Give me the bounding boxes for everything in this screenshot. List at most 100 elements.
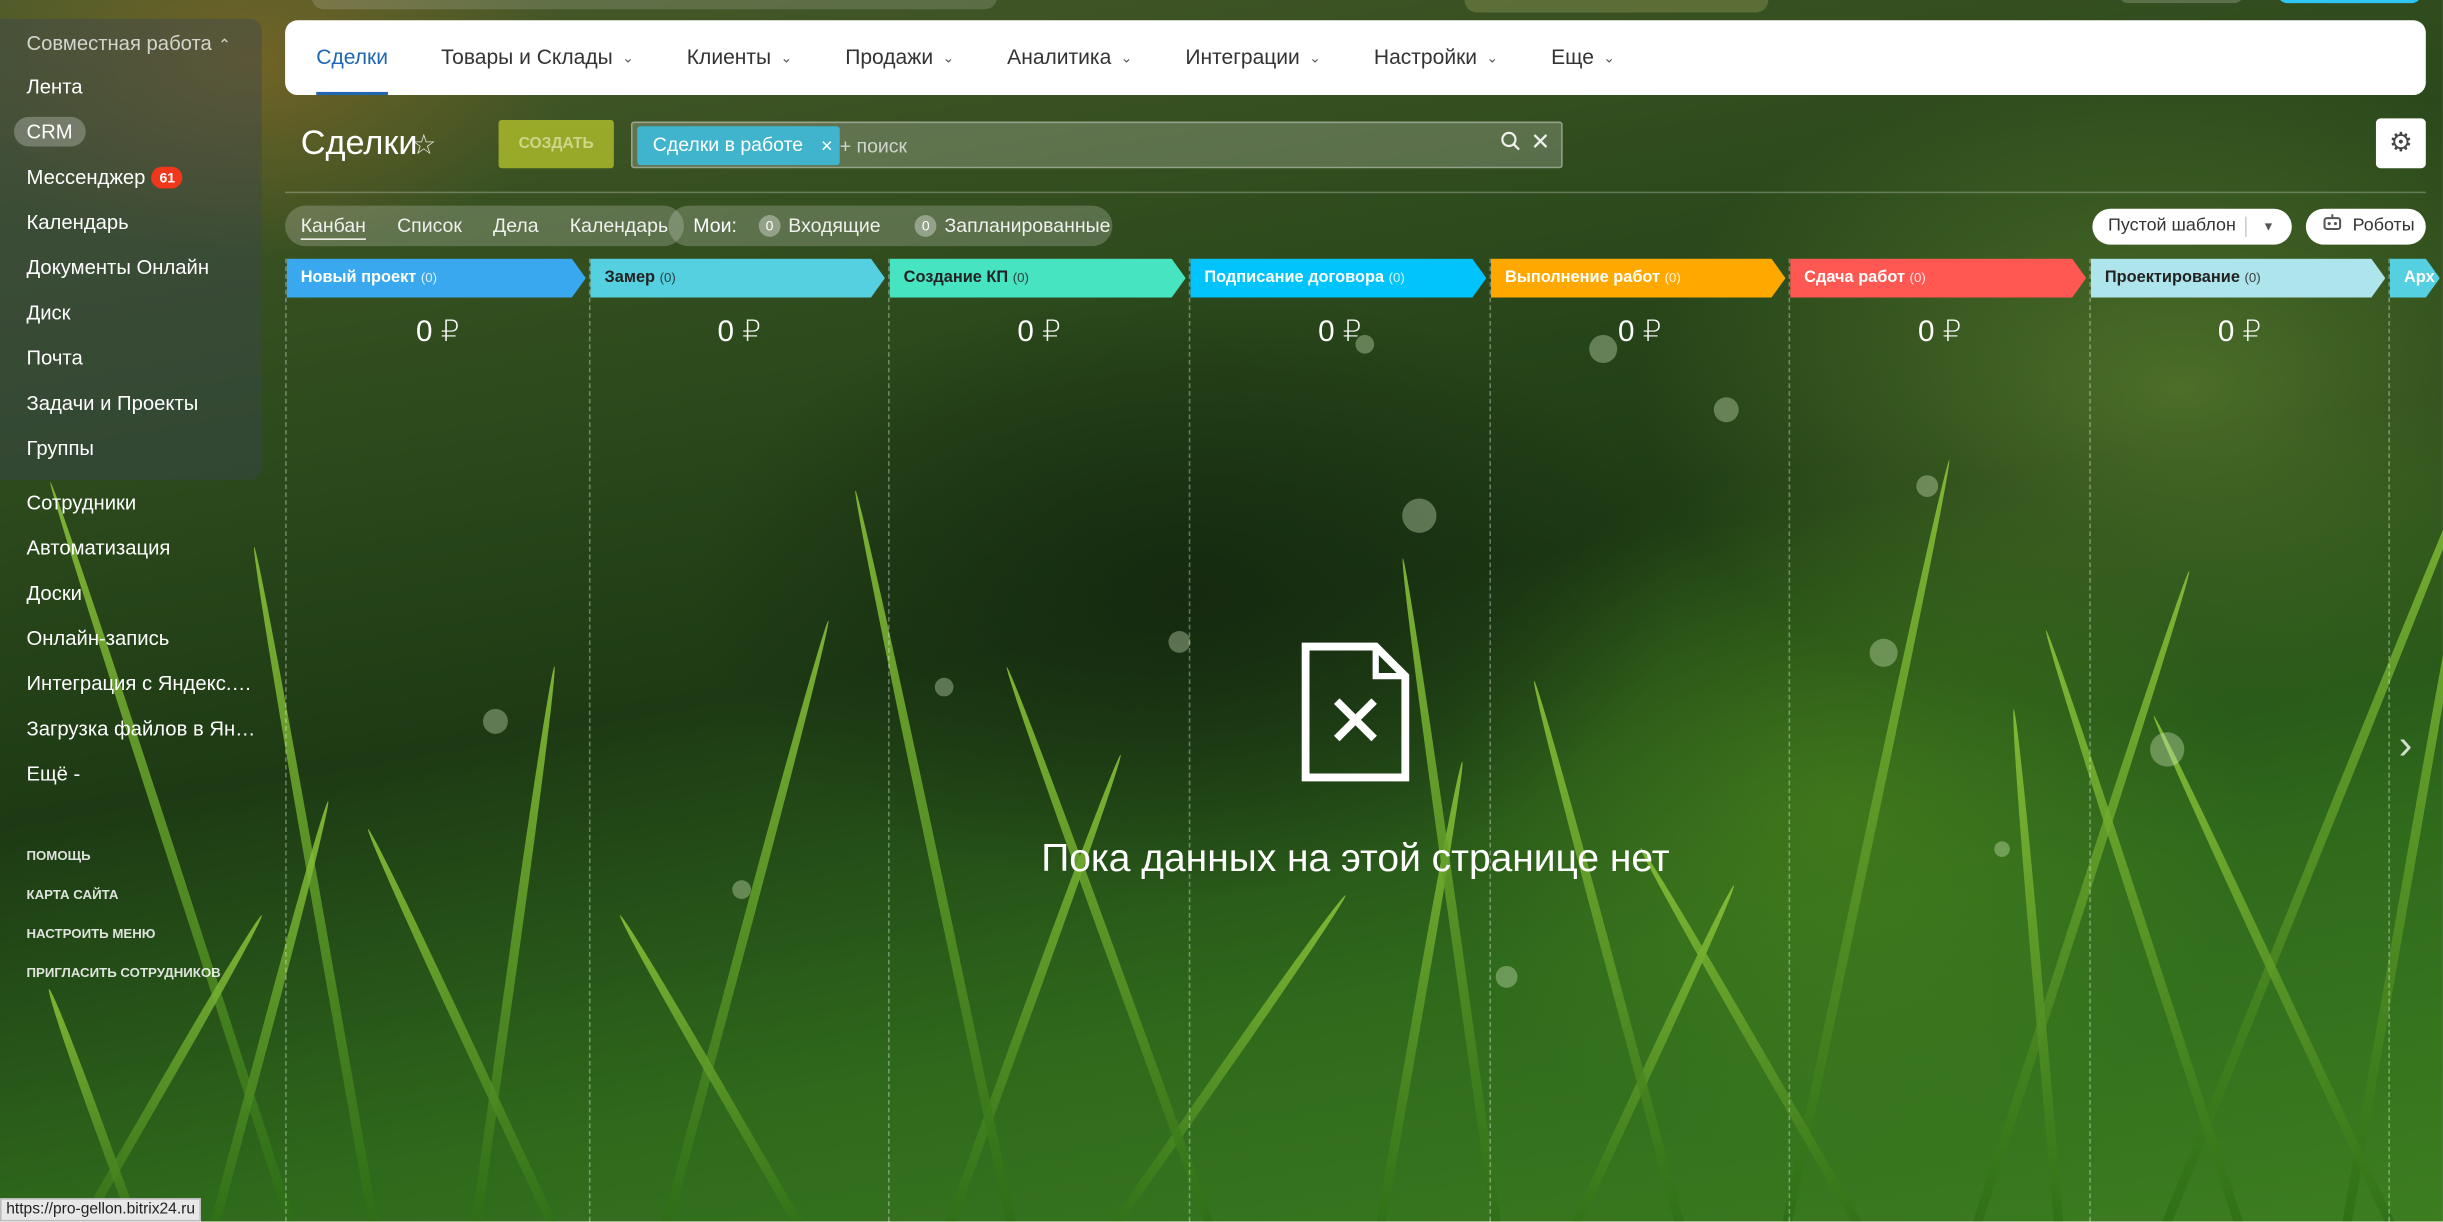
top-button-remnant [2118,0,2244,4]
top-bar-remnant [0,0,2443,19]
planned-counter[interactable]: 0 Запланированные [914,215,1110,237]
kanban-column: Замер (0) 0 ₽ [588,258,888,1222]
nav-integrations[interactable]: Интеграции ⌄ [1185,20,1321,95]
menu-item-yandex-upload[interactable]: Загрузка файлов в Яндекс... [0,706,261,751]
view-list[interactable]: Список [397,215,462,237]
template-label: Пустой шаблон [2107,216,2236,236]
column-count: (0) [659,269,676,286]
nav-label: Настройки [1373,45,1478,69]
menu-item-boards[interactable]: Доски [0,570,262,615]
nav-products-warehouses[interactable]: Товары и Склады ⌄ [441,20,634,95]
remove-filter-icon[interactable]: × [821,126,833,165]
configure-menu-link[interactable]: НАСТРОИТЬ МЕНЮ [0,915,262,954]
empty-state-text: Пока данных на этой странице нет [1041,836,1670,881]
menu-item-messenger[interactable]: Мессенджер 61 [0,154,262,199]
incoming-counter[interactable]: 0 Входящие [758,215,881,237]
robots-button[interactable]: Роботы [2305,208,2426,245]
kanban-column-header[interactable]: Подписание договора (0) [1190,259,1486,298]
menu-item-automation[interactable]: Автоматизация [0,525,262,570]
column-title: Новый проект [300,267,417,287]
chevron-down-icon: ⌄ [1309,49,1321,66]
nav-label: Клиенты [686,45,772,69]
menu-group-title[interactable]: Совместная работа ⌃ [0,19,262,64]
view-activities[interactable]: Дела [493,215,539,237]
column-count: (0) [1012,269,1029,286]
column-title: Замер [604,267,656,287]
filter-search-box[interactable]: Сделки в работе × + поиск ✕ [630,121,1563,169]
search-input-placeholder[interactable]: + поиск [840,136,907,158]
nav-more[interactable]: Еще ⌄ [1551,20,1615,95]
nav-label: Интеграции [1185,45,1300,69]
nav-clients[interactable]: Клиенты ⌄ [687,20,792,95]
menu-item-feed[interactable]: Лента [0,64,262,109]
view-calendar[interactable]: Календарь [570,215,668,237]
menu-item-groups[interactable]: Группы [0,425,262,470]
column-count: (0) [1388,269,1405,286]
help-link[interactable]: ПОМОЩЬ [0,837,262,876]
menu-item-documents[interactable]: Документы Онлайн [0,245,262,290]
column-sum: 0 ₽ [416,316,460,349]
caret-down-icon[interactable]: ▼ [2262,209,2274,245]
menu-item-crm[interactable]: CRM [0,109,262,154]
menu-item-label: Почта [26,345,83,370]
menu-item-calendar[interactable]: Календарь [0,199,262,244]
create-button[interactable]: СОЗДАТЬ [498,119,614,169]
scroll-right-arrow[interactable]: › [2388,710,2422,779]
kanban-column-header[interactable]: Арх [2390,259,2440,298]
chevron-down-icon: ⌄ [780,49,793,66]
menu-item-mail[interactable]: Почта [0,335,262,380]
column-sum: 0 ₽ [1318,316,1362,349]
menu-item-label: Календарь [26,210,129,234]
incoming-count: 0 [758,215,781,237]
kanban-column-header[interactable]: Проектирование (0) [2091,259,2385,298]
menu-item-yandex-disk-integration[interactable]: Интеграция с Яндекс.Диск [0,661,261,706]
kanban-column: Сдача работ (0) 0 ₽ [1788,258,2090,1222]
menu-item-label: Сотрудники [26,490,137,515]
empty-document-icon [1301,642,1410,790]
menu-item-label: Задачи и Проекты [26,391,199,415]
kanban-column-header[interactable]: Сдача работ (0) [1790,259,2086,298]
kanban-column: Новый проект (0) 0 ₽ [285,258,589,1222]
kanban-column-header[interactable]: Новый проект (0) [287,259,586,298]
column-title: Подписание договора [1204,267,1385,287]
nav-label: Сделки [316,45,388,69]
menu-item-label: Мессенджер [26,165,146,189]
robots-label: Роботы [2352,216,2415,236]
menu-item-online-booking[interactable]: Онлайн-запись [0,615,262,660]
invite-employees-link[interactable]: ПРИГЛАСИТЬ СОТРУДНИКОВ [0,953,262,992]
settings-gear-button[interactable]: ⚙ [2375,118,2426,169]
column-title: Создание КП [903,267,1009,287]
star-icon[interactable]: ☆ [411,129,436,162]
search-icon[interactable] [1500,131,1520,156]
kanban-column-header[interactable]: Выполнение работ (0) [1491,259,1785,298]
kanban-column-header[interactable]: Замер (0) [590,259,884,298]
kanban-column: Выполнение работ (0) 0 ₽ [1489,258,1788,1222]
menu-item-label: Документы Онлайн [26,255,210,279]
view-kanban[interactable]: Канбан [301,215,366,237]
menu-item-disk[interactable]: Диск [0,290,262,335]
menu-item-label: Загрузка файлов в Яндекс... [26,716,261,741]
column-title: Выполнение работ [1505,267,1661,287]
gear-icon: ⚙ [2388,127,2413,158]
clear-search-icon[interactable]: ✕ [1531,128,1551,155]
robot-icon [2323,209,2342,245]
column-count: (0) [2244,269,2261,286]
left-menu: Совместная работа ⌃ Лента CRM Мессенджер 6… [0,18,262,993]
nav-analytics[interactable]: Аналитика ⌄ [1007,20,1132,95]
nav-sales[interactable]: Продажи ⌄ [845,20,954,95]
sitemap-link[interactable]: КАРТА САЙТА [0,876,262,915]
page-title: Сделки [300,123,418,163]
chevron-down-icon: ⌄ [942,49,955,66]
kanban-column-header[interactable]: Создание КП (0) [890,259,1186,298]
column-sum: 0 ₽ [2217,316,2262,349]
menu-plain-items: Сотрудники Автоматизация Доски Онлайн-за… [0,480,262,796]
menu-item-employees[interactable]: Сотрудники [0,480,262,525]
menu-item-tasks[interactable]: Задачи и Проекты [0,380,262,425]
filter-chip[interactable]: Сделки в работе × [637,126,841,166]
column-count: (0) [1909,269,1926,286]
template-button[interactable]: Пустой шаблон ▼ [2092,208,2292,245]
menu-item-more[interactable]: Ещё - [0,751,262,796]
nav-deals[interactable]: Сделки [316,20,388,96]
nav-settings[interactable]: Настройки ⌄ [1374,20,1498,95]
chevron-up-icon: ⌃ [218,37,232,55]
